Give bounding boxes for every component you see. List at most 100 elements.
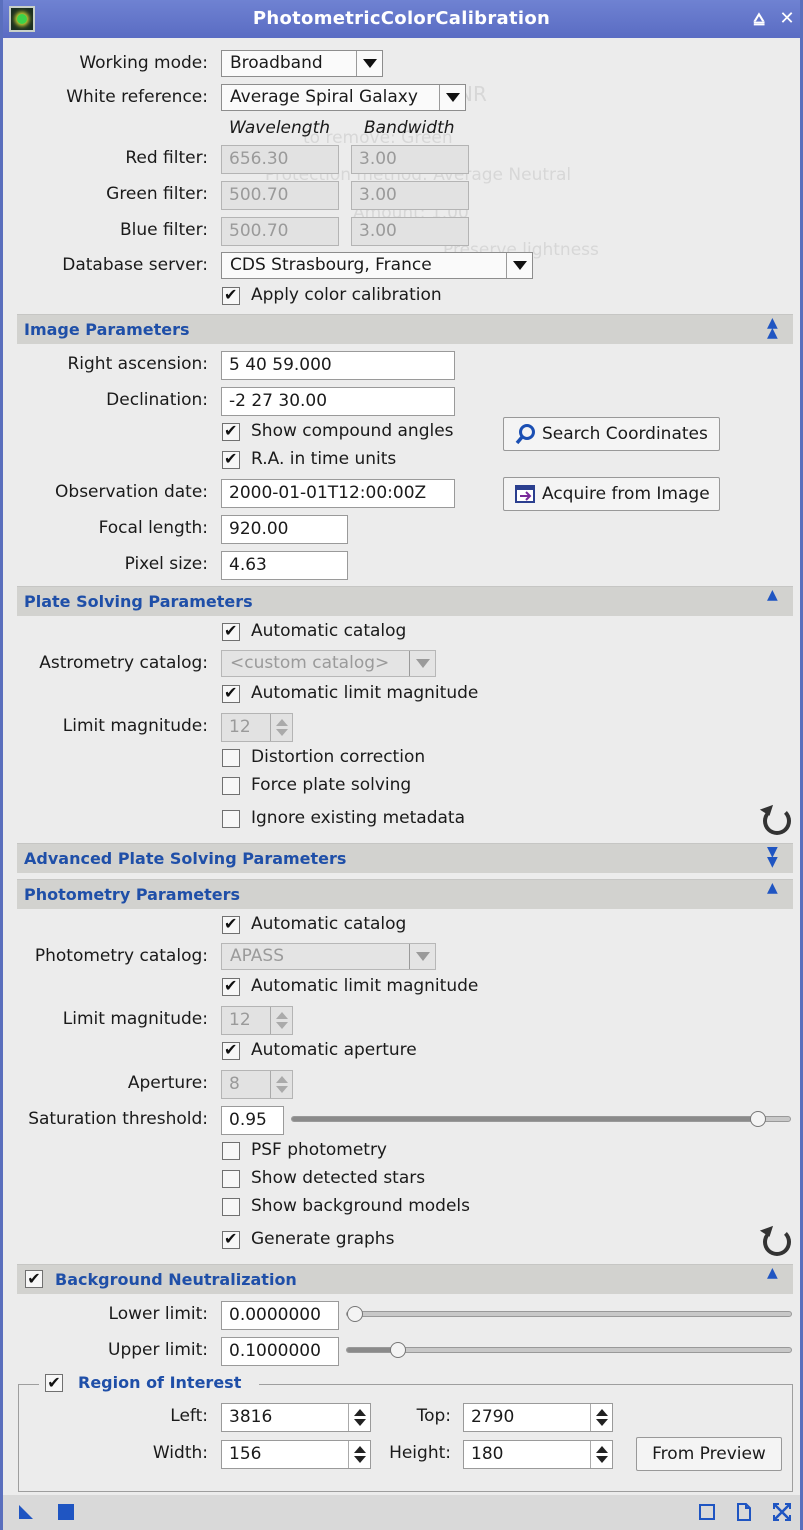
upper-limit-field[interactable]: 0.1000000	[221, 1337, 339, 1366]
title-bar[interactable]: PhotometricColorCalibration ⩠ ✕	[3, 0, 800, 38]
roi-width-value: 156	[229, 1444, 262, 1464]
background-neutralization-checkbox[interactable]: ✔	[25, 1270, 43, 1288]
roi-height-value: 180	[471, 1444, 504, 1464]
expand-icon[interactable]: ▼ ▼	[767, 845, 785, 869]
red-wavelength-field: 656.30	[221, 145, 339, 174]
spinner-arrows-icon[interactable]	[590, 1441, 612, 1468]
plate-auto-catalog-label: Automatic catalog	[251, 621, 407, 641]
pixel-size-label: Pixel size:	[124, 554, 208, 574]
wavelength-header: Wavelength	[229, 118, 331, 138]
from-preview-button[interactable]: From Preview	[636, 1437, 782, 1471]
astrometry-catalog-select: <custom catalog>	[221, 650, 436, 677]
chevron-down-icon	[409, 944, 435, 969]
section-advanced-plate-solving[interactable]: Advanced Plate Solving Parameters ▼ ▼	[17, 843, 793, 873]
photometry-limit-magnitude-value: 12	[229, 1010, 251, 1030]
white-reference-value: Average Spiral Galaxy	[230, 87, 418, 107]
database-server-select[interactable]: CDS Strasbourg, France	[221, 252, 533, 279]
checkbox-icon	[222, 683, 240, 703]
new-instance-icon[interactable]	[17, 1503, 35, 1521]
aperture-field: 8	[221, 1070, 293, 1099]
blue-wavelength-field: 500.70	[221, 217, 339, 246]
spinner-arrows-icon[interactable]	[590, 1404, 612, 1431]
section-plate-solving[interactable]: Plate Solving Parameters ▲	[17, 586, 793, 616]
document-icon[interactable]	[735, 1503, 753, 1521]
checkbox-icon	[222, 1040, 240, 1060]
show-detected-stars-label: Show detected stars	[251, 1168, 426, 1188]
section-title: Image Parameters	[24, 320, 190, 339]
roi-left-field[interactable]: 3816	[221, 1403, 371, 1432]
section-background-neutralization[interactable]: ✔ Background Neutralization ▲	[17, 1264, 793, 1294]
red-filter-label: Red filter:	[125, 148, 208, 168]
section-image-parameters[interactable]: Image Parameters ▲ ▲	[17, 314, 793, 344]
right-ascension-field[interactable]: 5 40 59.000	[221, 351, 455, 380]
distortion-correction-label: Distortion correction	[251, 747, 426, 767]
lower-limit-field[interactable]: 0.0000000	[221, 1301, 339, 1330]
region-of-interest-title: Region of Interest	[78, 1373, 242, 1392]
lower-limit-slider[interactable]	[346, 1306, 792, 1322]
acquire-from-image-label: Acquire from Image	[542, 484, 710, 504]
database-server-label: Database server:	[62, 255, 208, 275]
pin-icon[interactable]: ⩠	[748, 8, 770, 30]
roi-height-field[interactable]: 180	[463, 1440, 613, 1469]
collapse-icon[interactable]: ▲	[767, 1266, 785, 1290]
reset-icon[interactable]	[763, 807, 791, 835]
acquire-from-image-button[interactable]: Acquire from Image	[503, 477, 720, 511]
section-photometry[interactable]: Photometry Parameters ▲	[17, 879, 793, 909]
astrometry-catalog-label: Astrometry catalog:	[39, 653, 208, 673]
checkbox-icon	[222, 421, 240, 441]
search-coordinates-button[interactable]: Search Coordinates	[503, 417, 720, 451]
roi-width-field[interactable]: 156	[221, 1440, 371, 1469]
green-wavelength-field: 500.70	[221, 181, 339, 210]
checkbox-icon	[222, 1170, 240, 1188]
automatic-aperture-label: Automatic aperture	[251, 1040, 417, 1060]
apply-global-icon[interactable]	[57, 1503, 75, 1521]
saturation-threshold-slider[interactable]	[291, 1111, 791, 1127]
roi-top-label: Top:	[416, 1406, 451, 1426]
show-compound-angles-label: Show compound angles	[251, 421, 454, 441]
chevron-down-icon	[409, 651, 435, 676]
section-title: Photometry Parameters	[24, 885, 241, 904]
collapse-icon[interactable]: ▲	[767, 588, 785, 612]
spinner-arrows-icon[interactable]	[348, 1404, 370, 1431]
collapse-icon[interactable]: ▲ ▲	[767, 316, 785, 340]
reset-instance-icon[interactable]	[773, 1503, 791, 1521]
white-reference-select[interactable]: Average Spiral Galaxy	[221, 84, 466, 111]
browse-documentation-icon[interactable]	[698, 1503, 716, 1521]
roi-top-field[interactable]: 2790	[463, 1403, 613, 1432]
slider-handle[interactable]	[390, 1342, 406, 1358]
observation-date-field[interactable]: 2000-01-01T12:00:00Z	[221, 479, 455, 508]
slider-handle[interactable]	[750, 1111, 766, 1127]
checkbox-icon	[222, 810, 240, 828]
upper-limit-slider[interactable]	[346, 1342, 792, 1358]
green-bandwidth-field: 3.00	[351, 181, 469, 210]
chevron-down-icon	[506, 253, 532, 278]
reset-icon[interactable]	[763, 1228, 791, 1256]
green-filter-label: Green filter:	[106, 184, 208, 204]
astrometry-catalog-value: <custom catalog>	[230, 653, 390, 673]
bottom-toolbar	[3, 1495, 800, 1530]
aperture-value: 8	[229, 1074, 240, 1094]
slider-fill	[292, 1117, 758, 1121]
checkbox-icon	[222, 449, 240, 469]
roi-top-value: 2790	[471, 1407, 515, 1427]
image-import-icon	[515, 484, 537, 504]
spinner-arrows-icon[interactable]	[348, 1441, 370, 1468]
declination-label: Declination:	[106, 390, 208, 410]
checkbox-icon	[222, 777, 240, 795]
photometry-limit-magnitude-label: Limit magnitude:	[62, 1009, 208, 1029]
pixel-size-field[interactable]: 4.63	[221, 551, 348, 580]
declination-field[interactable]: -2 27 30.00	[221, 387, 455, 416]
checkbox-icon	[222, 914, 240, 934]
working-mode-select[interactable]: Broadband	[221, 50, 383, 77]
plate-limit-magnitude-field: 12	[221, 713, 293, 742]
saturation-threshold-field[interactable]: 0.95	[221, 1106, 284, 1135]
region-of-interest-checkbox[interactable]: ✔	[45, 1374, 63, 1392]
focal-length-field[interactable]: 920.00	[221, 515, 348, 544]
force-plate-solving-label: Force plate solving	[251, 775, 412, 795]
collapse-icon[interactable]: ▲	[767, 881, 785, 905]
slider-handle[interactable]	[347, 1306, 363, 1322]
plate-limit-magnitude-value: 12	[229, 717, 251, 737]
close-icon[interactable]: ✕	[776, 8, 798, 30]
working-mode-value: Broadband	[230, 53, 323, 73]
roi-left-value: 3816	[229, 1407, 273, 1427]
